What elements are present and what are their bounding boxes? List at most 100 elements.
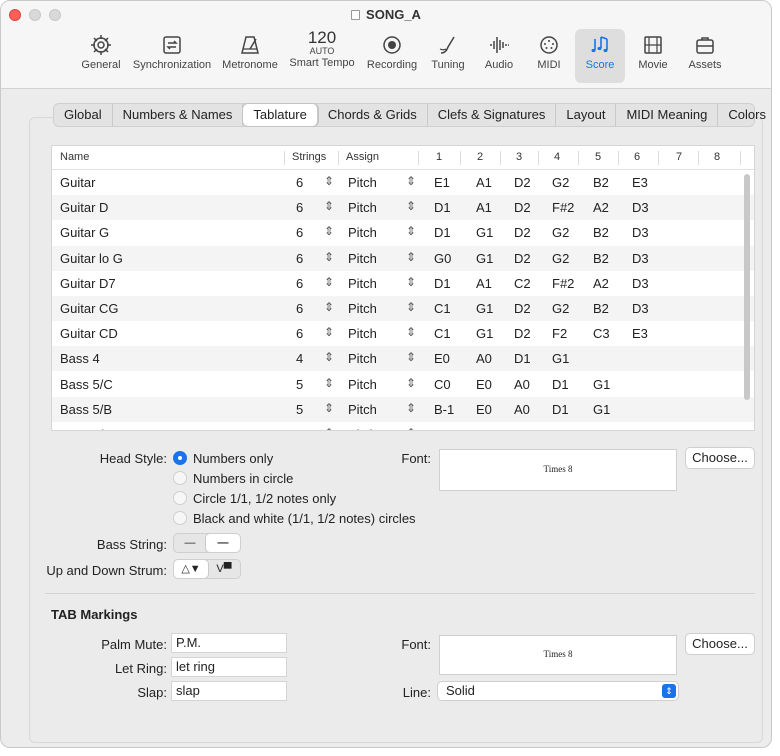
row-note-string-1: C1 bbox=[434, 301, 451, 316]
toolbar-audio[interactable]: Audio bbox=[479, 29, 519, 83]
tab-midi-meaning[interactable]: MIDI Meaning bbox=[616, 104, 719, 126]
column-header-8[interactable]: 8 bbox=[714, 151, 720, 163]
slap-label: Slap: bbox=[137, 685, 167, 700]
markings-choose-font-button[interactable]: Choose... bbox=[685, 633, 755, 655]
slap-field[interactable]: slap bbox=[171, 681, 287, 701]
strings-stepper-icon[interactable]: ⇕ bbox=[324, 426, 334, 430]
section-divider bbox=[45, 593, 755, 594]
tab-bar: Global Numbers & Names Tablature Chords … bbox=[53, 103, 766, 127]
table-row[interactable]: Guitar D7 6 ⇕ Pitch ⇕ D1 A1 C2 F#2 A2 D3 bbox=[52, 271, 754, 296]
assign-stepper-icon[interactable]: ⇕ bbox=[406, 350, 416, 364]
let-ring-field[interactable]: let ring bbox=[171, 657, 287, 677]
column-header-5[interactable]: 5 bbox=[595, 151, 601, 163]
head-style-radio-circle-notes-only[interactable] bbox=[173, 491, 187, 505]
assign-stepper-icon[interactable]: ⇕ bbox=[406, 250, 416, 264]
row-strings: 6 bbox=[296, 200, 304, 216]
table-row[interactable]: Guitar D 6 ⇕ Pitch ⇕ D1 A1 D2 F#2 A2 D3 bbox=[52, 195, 754, 221]
table-row[interactable]: Bass 4 4 ⇕ Pitch ⇕ E0 A0 D1 G1 bbox=[52, 346, 754, 372]
assign-stepper-icon[interactable]: ⇕ bbox=[406, 325, 416, 339]
head-style-option-label: Black and white (1/1, 1/2 notes) circles bbox=[193, 511, 416, 526]
chevron-up-down-icon: ⇕ bbox=[662, 684, 676, 698]
table-row[interactable]: Guitar CG 6 ⇕ Pitch ⇕ C1 G1 D2 G2 B2 D3 bbox=[52, 296, 754, 321]
line-popup[interactable]: Solid ⇕ bbox=[437, 681, 679, 701]
row-strings: 6 bbox=[296, 250, 304, 266]
strings-stepper-icon[interactable]: ⇕ bbox=[324, 300, 334, 314]
strum-option-arrows[interactable]: △▼ bbox=[174, 560, 208, 578]
row-strings: 6 bbox=[296, 427, 303, 430]
toolbar-recording[interactable]: Recording bbox=[363, 29, 421, 83]
bass-string-option-thick[interactable]: — bbox=[206, 534, 240, 552]
column-header-assign[interactable]: Assign bbox=[346, 151, 379, 163]
table-row[interactable]: Bass 6/C 6 ⇕ Pitch ⇕ C0 E0 A0 D1 G1 C2 bbox=[52, 422, 754, 430]
row-name: Bass 6/C bbox=[60, 427, 113, 430]
column-separator bbox=[338, 151, 339, 165]
strum-option-bow[interactable]: V▀ bbox=[208, 560, 240, 578]
head-style-radio-numbers-only[interactable] bbox=[173, 451, 187, 465]
markings-font-label: Font: bbox=[401, 637, 431, 652]
table-row[interactable]: Guitar G 6 ⇕ Pitch ⇕ D1 G1 D2 G2 B2 D3 bbox=[52, 220, 754, 245]
toolbar-assets[interactable]: Assets bbox=[683, 29, 727, 83]
toolbar-movie[interactable]: Movie bbox=[631, 29, 675, 83]
column-header-name[interactable]: Name bbox=[60, 151, 89, 163]
palm-mute-field[interactable]: P.M. bbox=[171, 633, 287, 653]
tab-chords-grids[interactable]: Chords & Grids bbox=[318, 104, 428, 126]
strings-stepper-icon[interactable]: ⇕ bbox=[324, 275, 334, 289]
column-header-6[interactable]: 6 bbox=[634, 151, 640, 163]
table-row[interactable]: Bass 5/B 5 ⇕ Pitch ⇕ B-1 E0 A0 D1 G1 bbox=[52, 396, 754, 422]
head-style-radio-numbers-in-circle[interactable] bbox=[173, 471, 187, 485]
strings-stepper-icon[interactable]: ⇕ bbox=[324, 224, 334, 238]
table-row[interactable]: Guitar CD 6 ⇕ Pitch ⇕ C1 G1 D2 F2 C3 E3 bbox=[52, 321, 754, 346]
column-header-2[interactable]: 2 bbox=[477, 151, 483, 163]
toolbar-synchronization[interactable]: Synchronization bbox=[129, 29, 215, 83]
strings-stepper-icon[interactable]: ⇕ bbox=[324, 401, 334, 415]
row-note-string-1: D1 bbox=[434, 275, 451, 291]
strings-stepper-icon[interactable]: ⇕ bbox=[324, 350, 334, 364]
tab-tablature[interactable]: Tablature bbox=[243, 104, 318, 126]
column-header-4[interactable]: 4 bbox=[554, 151, 560, 163]
toolbar-midi[interactable]: MIDI bbox=[529, 29, 569, 83]
strings-stepper-icon[interactable]: ⇕ bbox=[324, 199, 334, 213]
assign-stepper-icon[interactable]: ⇕ bbox=[406, 174, 416, 188]
table-row[interactable]: Guitar 6 ⇕ Pitch ⇕ E1 A1 D2 G2 B2 E3 bbox=[52, 170, 754, 195]
row-name: Guitar CG bbox=[60, 301, 119, 316]
row-strings: 6 bbox=[296, 326, 304, 342]
table-scrollbar[interactable] bbox=[744, 174, 750, 400]
tab-clefs-signatures[interactable]: Clefs & Signatures bbox=[428, 104, 557, 126]
tab-colors[interactable]: Colors bbox=[718, 104, 771, 126]
font-label: Font: bbox=[401, 451, 431, 466]
assign-stepper-icon[interactable]: ⇕ bbox=[406, 224, 416, 238]
assign-stepper-icon[interactable]: ⇕ bbox=[406, 401, 416, 415]
strings-stepper-icon[interactable]: ⇕ bbox=[324, 376, 334, 390]
column-header-strings[interactable]: Strings bbox=[292, 151, 326, 163]
table-row[interactable]: Guitar lo G 6 ⇕ Pitch ⇕ G0 G1 D2 G2 B2 D3 bbox=[52, 245, 754, 271]
column-header-1[interactable]: 1 bbox=[436, 151, 442, 163]
assign-stepper-icon[interactable]: ⇕ bbox=[406, 199, 416, 213]
assign-stepper-icon[interactable]: ⇕ bbox=[406, 376, 416, 390]
toolbar-smart-tempo[interactable]: 120 AUTO Smart Tempo bbox=[287, 29, 357, 83]
row-note-string-3: D2 bbox=[514, 326, 531, 342]
column-header-7[interactable]: 7 bbox=[676, 151, 682, 163]
choose-font-button[interactable]: Choose... bbox=[685, 447, 755, 469]
assign-stepper-icon[interactable]: ⇕ bbox=[406, 426, 416, 430]
row-assign: Pitch bbox=[348, 351, 377, 367]
head-style-radio-black-white-circles[interactable] bbox=[173, 511, 187, 525]
toolbar-score[interactable]: Score bbox=[575, 29, 625, 83]
toolbar-metronome[interactable]: Metronome bbox=[219, 29, 281, 83]
strings-stepper-icon[interactable]: ⇕ bbox=[324, 325, 334, 339]
bass-string-option-thin[interactable]: — bbox=[174, 534, 206, 552]
table-row[interactable]: Bass 5/C 5 ⇕ Pitch ⇕ C0 E0 A0 D1 G1 bbox=[52, 372, 754, 397]
markings-font-preview: Times 8 bbox=[439, 635, 677, 675]
assign-stepper-icon[interactable]: ⇕ bbox=[406, 300, 416, 314]
assign-stepper-icon[interactable]: ⇕ bbox=[406, 275, 416, 289]
toolbar-tuning[interactable]: Tuning bbox=[427, 29, 469, 83]
tab-numbers-names[interactable]: Numbers & Names bbox=[113, 104, 244, 126]
tab-global[interactable]: Global bbox=[54, 104, 113, 126]
tab-layout[interactable]: Layout bbox=[556, 104, 617, 126]
column-header-3[interactable]: 3 bbox=[516, 151, 522, 163]
column-separator bbox=[658, 151, 659, 165]
column-separator bbox=[500, 151, 501, 165]
strings-stepper-icon[interactable]: ⇕ bbox=[324, 174, 334, 188]
strings-stepper-icon[interactable]: ⇕ bbox=[324, 250, 334, 264]
toolbar-general[interactable]: General bbox=[81, 29, 121, 83]
column-separator bbox=[578, 151, 579, 165]
